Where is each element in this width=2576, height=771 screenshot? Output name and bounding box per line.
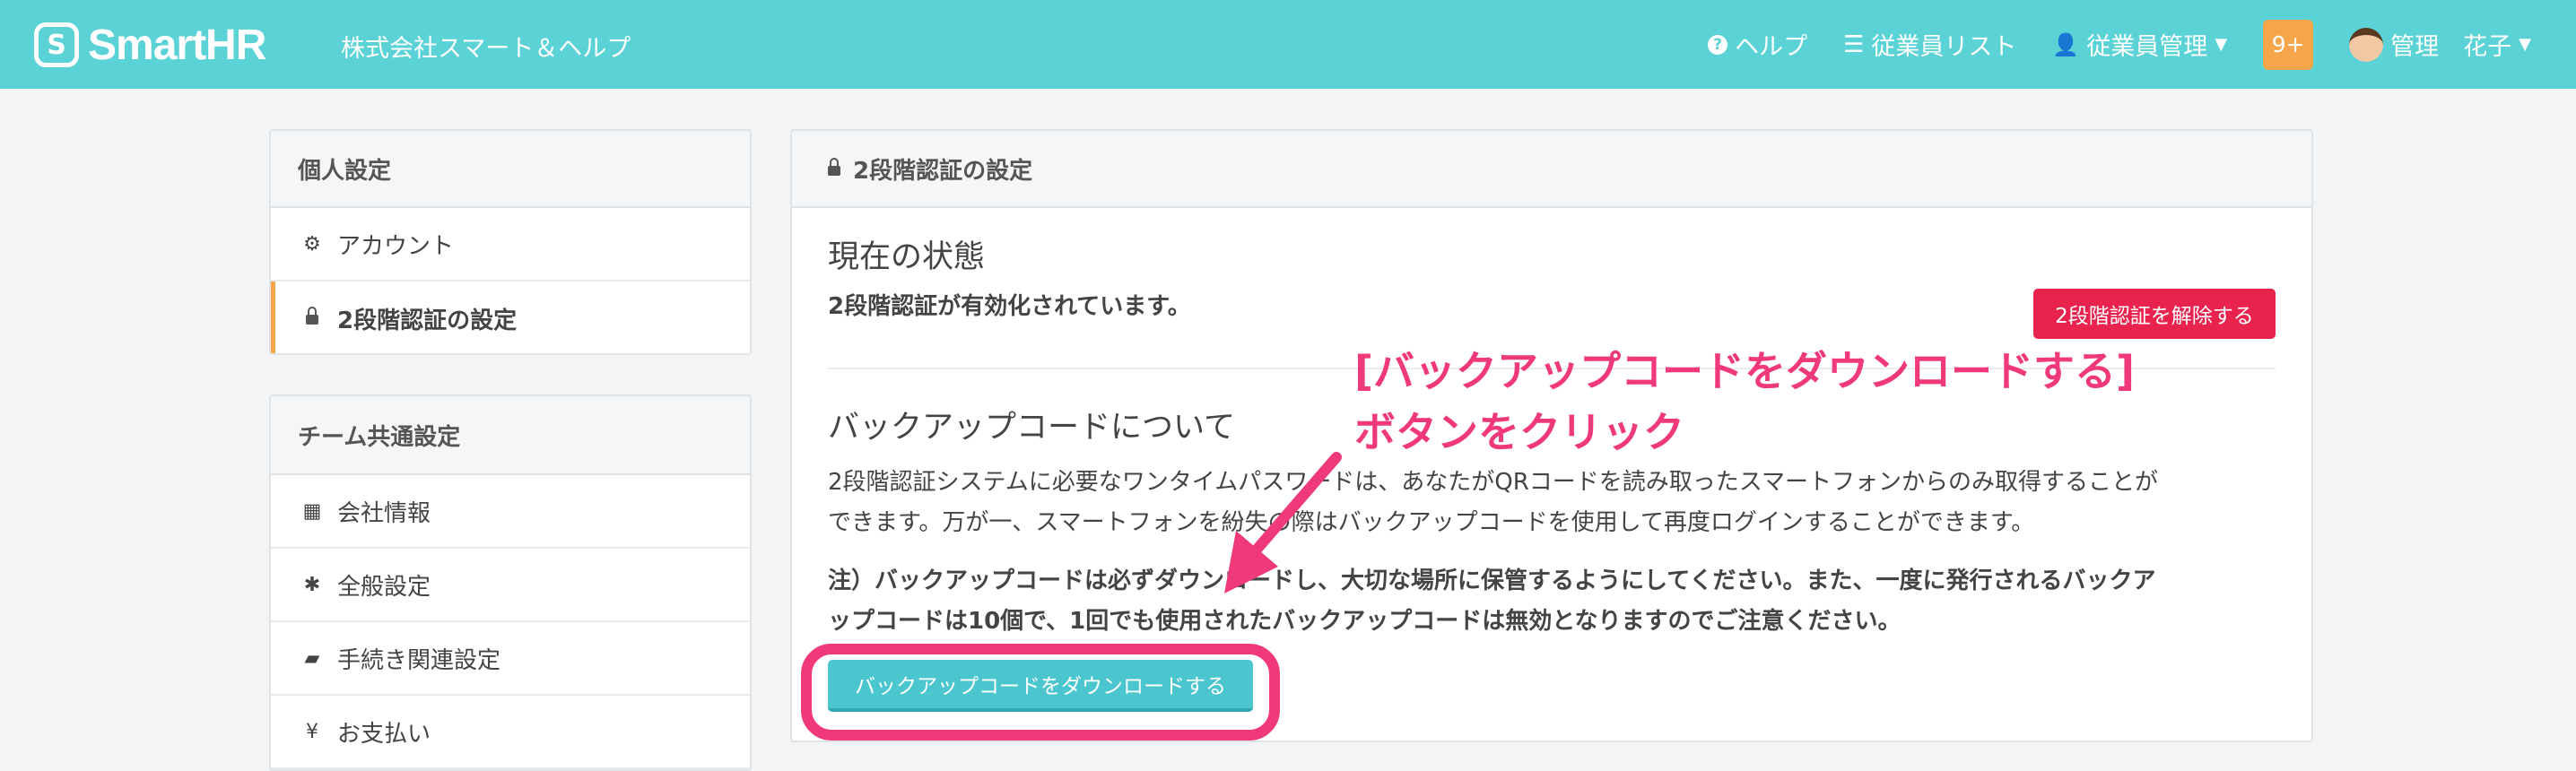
pointer-arrow-icon xyxy=(1224,452,1342,593)
